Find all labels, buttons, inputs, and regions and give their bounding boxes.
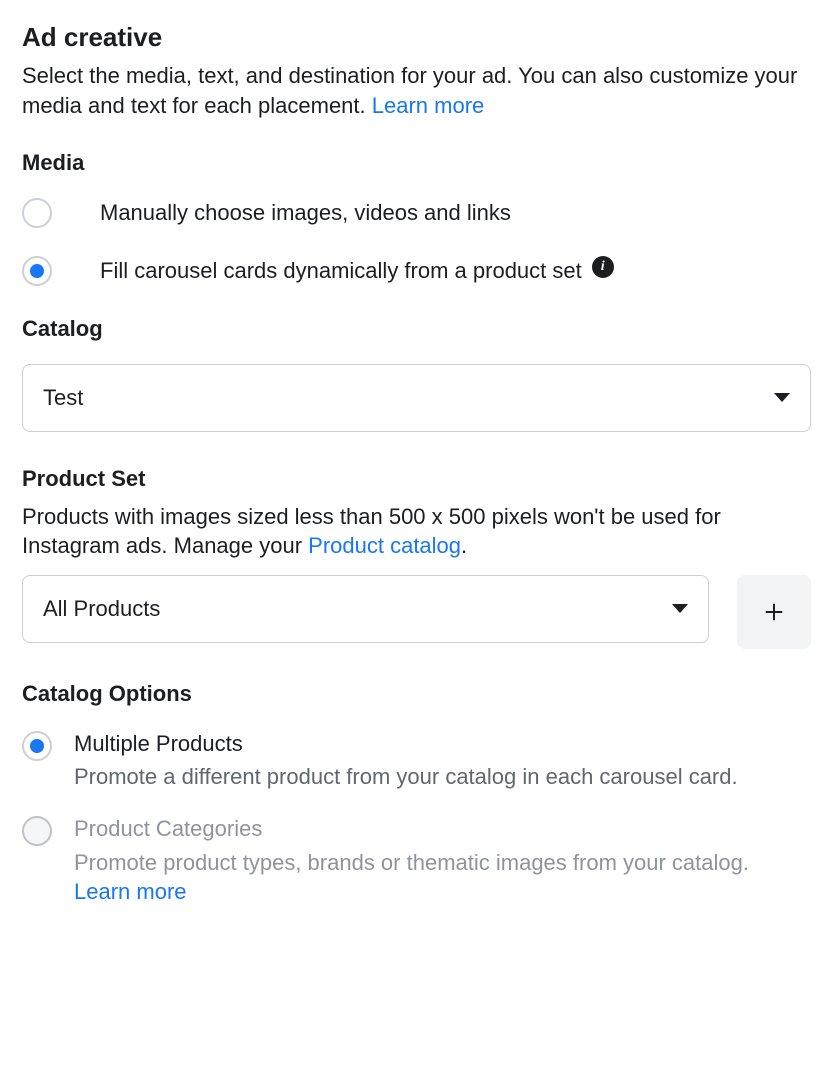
catalog-options-heading: Catalog Options (22, 679, 811, 709)
catalog-select[interactable]: Test (22, 364, 811, 432)
product-set-description: Products with images sized less than 500… (22, 502, 811, 561)
radio-icon (22, 816, 52, 846)
catalog-option-product-categories-title: Product Categories (74, 814, 811, 844)
chevron-down-icon (672, 604, 688, 613)
learn-more-link[interactable]: Learn more (74, 879, 187, 904)
media-option-manual-label: Manually choose images, videos and links (100, 198, 511, 228)
media-radio-group: Manually choose images, videos and links… (22, 198, 811, 286)
media-option-dynamic-label: Fill carousel cards dynamically from a p… (100, 256, 582, 286)
product-set-heading: Product Set (22, 464, 811, 494)
product-set-description-after: . (461, 533, 467, 558)
catalog-option-product-categories-desc-text: Promote product types, brands or themati… (74, 850, 749, 875)
catalog-option-multiple-products-desc: Promote a different product from your ca… (74, 762, 811, 792)
product-set-select[interactable]: All Products (22, 575, 709, 643)
ad-creative-title: Ad creative (22, 20, 811, 55)
catalog-select-value: Test (43, 383, 83, 413)
learn-more-link[interactable]: Learn more (372, 93, 485, 118)
product-catalog-link[interactable]: Product catalog (308, 533, 461, 558)
media-option-dynamic[interactable]: Fill carousel cards dynamically from a p… (22, 256, 811, 286)
radio-icon (22, 731, 52, 761)
radio-selected-dot (30, 739, 44, 753)
catalog-option-product-categories-desc: Promote product types, brands or themati… (74, 848, 811, 907)
info-icon[interactable]: i (592, 256, 614, 278)
radio-icon (22, 198, 52, 228)
catalog-option-multiple-products[interactable]: Multiple Products Promote a different pr… (22, 729, 811, 792)
radio-selected-dot (30, 264, 44, 278)
ad-creative-description: Select the media, text, and destination … (22, 61, 811, 120)
media-option-manual[interactable]: Manually choose images, videos and links (22, 198, 811, 228)
catalog-heading: Catalog (22, 314, 811, 344)
add-product-set-button[interactable] (737, 575, 811, 649)
plus-icon (763, 601, 785, 623)
catalog-option-product-categories: Product Categories Promote product types… (22, 814, 811, 907)
media-heading: Media (22, 148, 811, 178)
chevron-down-icon (774, 393, 790, 402)
catalog-option-multiple-products-title: Multiple Products (74, 729, 811, 759)
radio-icon (22, 256, 52, 286)
product-set-select-value: All Products (43, 594, 160, 624)
